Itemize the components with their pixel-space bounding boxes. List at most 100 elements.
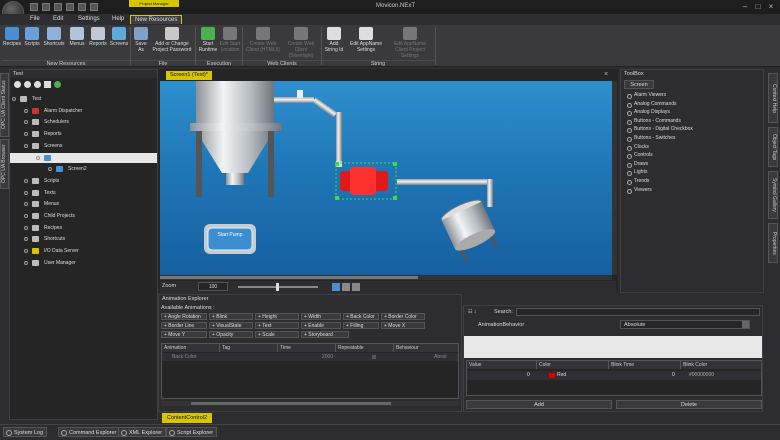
expand-icon[interactable] bbox=[24, 190, 28, 195]
minimize-icon[interactable]: – bbox=[740, 2, 750, 11]
add-animation-button[interactable]: + Move Y bbox=[161, 331, 207, 338]
canvas-vertical-scrollbar[interactable] bbox=[612, 81, 617, 275]
tree-item[interactable]: Test bbox=[10, 94, 157, 104]
ribbon-button-save-as[interactable]: Save As bbox=[132, 27, 150, 53]
tab-screen1[interactable]: Screen1 (Test)* bbox=[166, 71, 212, 80]
ribbon-button-shortcuts[interactable]: Shortcuts bbox=[42, 27, 66, 47]
add-animation-button[interactable]: + Height bbox=[255, 313, 299, 320]
tree-item[interactable]: Texts bbox=[10, 188, 157, 198]
quick-redo-icon[interactable] bbox=[54, 3, 62, 11]
expand-icon[interactable] bbox=[24, 108, 28, 113]
expand-icon[interactable] bbox=[24, 214, 28, 218]
expand-icon[interactable] bbox=[24, 237, 28, 242]
behavior-select[interactable]: Absolute bbox=[620, 320, 750, 329]
pump[interactable] bbox=[335, 162, 397, 200]
table-row[interactable]: Back Color 2000 Absol bbox=[162, 353, 458, 361]
expand-icon[interactable] bbox=[24, 120, 28, 125]
chevron-down-icon[interactable] bbox=[742, 321, 749, 328]
new-item-icon[interactable] bbox=[44, 81, 51, 88]
ribbon-button-screens[interactable]: Screens bbox=[108, 27, 130, 47]
expand-icon[interactable] bbox=[24, 202, 28, 207]
row-repeatable-checkbox[interactable] bbox=[372, 355, 376, 359]
add-animation-button[interactable]: + Width bbox=[301, 313, 341, 320]
add-animation-button[interactable]: + Text bbox=[255, 322, 299, 329]
ribbon-button-add-or-change-project-password[interactable]: Add or Change Project Password bbox=[150, 27, 194, 53]
sort-icon[interactable]: ☷ ↕ bbox=[468, 309, 476, 315]
start-pump-button[interactable]: Start Pump bbox=[208, 232, 252, 238]
toolbox-section-screen[interactable]: Screen bbox=[624, 80, 654, 89]
expand-icon[interactable] bbox=[36, 155, 40, 160]
toolbox-item[interactable]: Viewers bbox=[624, 186, 762, 195]
menu-help[interactable]: Help bbox=[108, 15, 128, 24]
add-button[interactable]: Add bbox=[466, 400, 612, 409]
quick-undo-icon[interactable] bbox=[42, 3, 50, 11]
tree-item[interactable] bbox=[10, 152, 157, 163]
tab-symbol-gallery[interactable]: Symbol Gallery bbox=[768, 171, 778, 219]
zoom-slider-thumb[interactable] bbox=[276, 283, 279, 291]
tree-item[interactable]: Screens bbox=[10, 141, 157, 151]
expand-icon[interactable] bbox=[24, 132, 28, 137]
close-document-icon[interactable]: × bbox=[604, 71, 608, 78]
expand-icon[interactable] bbox=[24, 260, 28, 265]
add-animation-button[interactable]: + Storyboard bbox=[301, 331, 349, 338]
tank[interactable] bbox=[190, 81, 282, 197]
refresh-icon[interactable] bbox=[14, 81, 21, 88]
red-swatch[interactable] bbox=[549, 373, 555, 378]
table-row[interactable]: 0 Red 0 #00000000 bbox=[467, 371, 761, 380]
tab-script-explorer[interactable]: Script Explorer bbox=[166, 427, 218, 437]
add-animation-button[interactable]: + Border Line bbox=[161, 322, 207, 329]
col-behaviour[interactable]: Behaviour bbox=[394, 344, 458, 352]
expand-icon[interactable] bbox=[24, 178, 28, 183]
menu-settings[interactable]: Settings bbox=[74, 15, 104, 24]
add-animation-button[interactable]: + Border Color bbox=[381, 313, 425, 320]
col-color[interactable]: Color bbox=[537, 361, 609, 369]
tab-opc-ua-client-status[interactable]: OPC UA Client Status bbox=[0, 73, 9, 137]
close-icon[interactable]: × bbox=[766, 2, 776, 11]
ribbon-button-create-web-client-html5-[interactable]: Create Web Client (HTML5) bbox=[244, 27, 282, 53]
tree-item[interactable]: Menus bbox=[10, 199, 157, 209]
ribbon-button-edit-appname-settings[interactable]: Edit AppName Settings bbox=[345, 27, 387, 53]
menu-file[interactable]: File bbox=[26, 15, 44, 24]
add-animation-button[interactable]: + Filling bbox=[343, 322, 379, 329]
tab-properties[interactable]: Properties bbox=[768, 223, 778, 263]
menu-edit[interactable]: Edit bbox=[49, 15, 67, 24]
tree-item[interactable]: Alarm Dispatcher bbox=[10, 106, 157, 116]
zoom-input[interactable]: 100 bbox=[198, 282, 228, 291]
add-animation-button[interactable]: + Angle Rotation bbox=[161, 313, 207, 320]
menu-new-resources[interactable]: New Resources bbox=[130, 15, 183, 24]
tab-object-tags[interactable]: Object Tags bbox=[768, 127, 778, 167]
col-value[interactable]: Value bbox=[467, 361, 537, 369]
quick-delete-icon[interactable] bbox=[90, 3, 98, 11]
col-animation[interactable]: Animation bbox=[162, 344, 220, 352]
tree-item[interactable]: Recipes bbox=[10, 223, 157, 233]
add-animation-button[interactable]: + Opacity bbox=[209, 331, 253, 338]
tree-item[interactable]: Scripts bbox=[10, 176, 157, 186]
grid-view-icon[interactable] bbox=[332, 283, 340, 291]
col-tag[interactable]: Tag bbox=[220, 344, 278, 352]
pin-icon[interactable] bbox=[352, 283, 360, 291]
delete-button[interactable]: Delete bbox=[616, 400, 762, 409]
tree-item[interactable]: User Manager bbox=[10, 258, 157, 268]
expand-icon[interactable] bbox=[12, 97, 16, 101]
col-blink-color[interactable]: Blink Color bbox=[681, 361, 761, 369]
add-animation-button[interactable]: + Blink bbox=[209, 313, 253, 320]
list-view-icon[interactable] bbox=[342, 283, 350, 291]
ribbon-button-add-string-id[interactable]: Add String Id bbox=[323, 27, 345, 53]
maximize-icon[interactable]: □ bbox=[753, 2, 763, 11]
ribbon-button-reports[interactable]: Reports bbox=[88, 27, 108, 47]
grid-scrollbar[interactable] bbox=[161, 401, 459, 406]
tab-context-help[interactable]: Context Help bbox=[768, 73, 778, 123]
ribbon-button-scripts[interactable]: Scripts bbox=[22, 27, 42, 47]
tab-opc-ua-browser[interactable]: OPC UA Browser bbox=[0, 139, 9, 189]
ribbon-button-start-runtime[interactable]: Start Runtime bbox=[197, 27, 219, 53]
tree-item[interactable]: I/O Data Server bbox=[10, 246, 157, 256]
search-input[interactable] bbox=[516, 308, 760, 316]
tab-content-control2[interactable]: ContentControl2 bbox=[162, 413, 213, 423]
tree-item[interactable]: Schedulers bbox=[10, 117, 157, 127]
properties-icon[interactable] bbox=[34, 81, 41, 88]
col-time[interactable]: Time bbox=[278, 344, 336, 352]
expand-icon[interactable] bbox=[24, 143, 28, 148]
quick-save-icon[interactable] bbox=[30, 3, 38, 11]
screen-canvas[interactable]: Start Pump bbox=[160, 81, 612, 275]
tree-item[interactable]: Shortcuts bbox=[10, 234, 157, 244]
